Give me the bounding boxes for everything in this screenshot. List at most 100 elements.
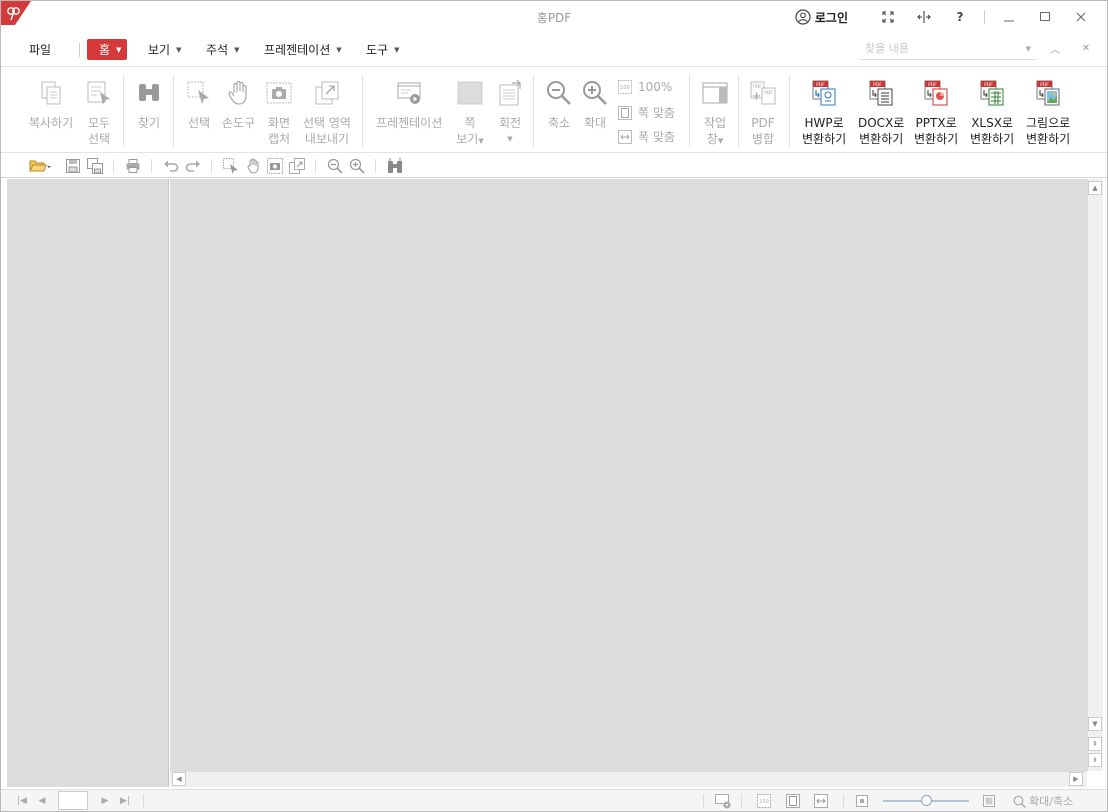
print-icon[interactable] — [125, 158, 141, 174]
scroll-down-button[interactable]: ▼ — [1088, 717, 1102, 731]
camera-icon[interactable] — [267, 158, 283, 174]
document-viewer-area[interactable] — [170, 179, 1087, 771]
next-page-button[interactable]: ⇟ — [1088, 753, 1102, 767]
menu-presentation[interactable]: 프레젠테이션 ▼ — [264, 39, 342, 60]
fit-page-icon[interactable] — [786, 794, 800, 808]
convert-xlsx-button[interactable]: PDF XLSX로 변환하기 — [970, 79, 1014, 147]
actual-size-icon[interactable]: 100 — [757, 794, 771, 808]
zoom-in-button[interactable]: 확대 — [581, 79, 609, 131]
export-area-icon[interactable] — [289, 158, 305, 174]
split-view-button[interactable] — [912, 5, 936, 29]
hand-tool-button[interactable]: 손도구 — [222, 79, 255, 131]
search-prev-button[interactable]: ︿ — [1047, 40, 1063, 56]
status-divider — [703, 794, 704, 808]
menu-view[interactable]: 보기 ▼ — [148, 39, 181, 60]
select-all-button[interactable]: 모두 선택 — [85, 79, 113, 147]
svg-text:100: 100 — [620, 85, 630, 91]
previous-page-button[interactable]: ⇞ — [1088, 737, 1102, 751]
undo-icon[interactable] — [163, 158, 179, 174]
zoom-out-icon[interactable] — [327, 158, 343, 174]
select-tool-button[interactable]: 선택 — [185, 79, 213, 131]
chevron-down-icon[interactable]: ▼ — [1026, 45, 1031, 53]
presentation-icon[interactable] — [715, 793, 731, 809]
export-area-label-2: 내보내기 — [304, 132, 350, 146]
search-input[interactable] — [865, 42, 1005, 55]
chevron-down-icon: ▼ — [336, 45, 342, 54]
menu-tools[interactable]: 도구 ▼ — [366, 39, 399, 60]
zoom-label: 확대/축소 — [1029, 795, 1074, 808]
save-icon[interactable] — [65, 158, 81, 174]
menu-annotate[interactable]: 주석 ▼ — [206, 39, 239, 60]
zoom-slider-handle[interactable] — [921, 795, 932, 806]
select-tool-icon[interactable] — [223, 158, 239, 174]
menu-file[interactable]: 파일 — [29, 39, 51, 60]
close-icon — [1076, 12, 1086, 22]
convert-docx-button[interactable]: PDF DOCX로 변환하기 — [858, 79, 904, 147]
convert-docx-label-2: 변환하기 — [859, 132, 904, 146]
fit-width-button[interactable]: 폭 맞춤 — [618, 128, 675, 145]
zoom-100-button[interactable]: 100 100% — [618, 80, 672, 94]
chevron-left-icon: ◀ — [38, 796, 46, 806]
zoom-button[interactable]: 확대/축소 — [1013, 793, 1073, 809]
fit-width-icon[interactable] — [814, 794, 828, 808]
hand-tool-icon[interactable] — [245, 158, 261, 174]
convert-hwp-button[interactable]: PDF HWP로 변환하기 — [802, 79, 846, 147]
toolbar-divider — [375, 159, 376, 173]
next-page-status-button[interactable]: ▶ — [98, 794, 112, 808]
minimize-icon — [1004, 20, 1014, 22]
zoom-in-icon[interactable] — [349, 158, 365, 174]
convert-pptx-button[interactable]: PDF PPTX로 변환하기 — [914, 79, 958, 147]
minimize-button[interactable] — [997, 5, 1021, 29]
pptx-file-icon: PDF — [924, 80, 948, 106]
pdf-merge-label-2: 병합 — [751, 132, 775, 146]
maximize-icon — [1040, 12, 1050, 21]
zoom-min-icon[interactable] — [856, 795, 868, 807]
find-icon[interactable] — [387, 158, 403, 174]
ribbon-divider — [362, 75, 363, 147]
scroll-left-button[interactable]: ◀ — [172, 772, 186, 786]
export-area-button[interactable]: 선택 영역 내보내기 — [303, 79, 351, 147]
redo-icon[interactable] — [185, 158, 201, 174]
search-combo[interactable]: ▼ — [861, 38, 1035, 60]
find-button[interactable]: 찾기 — [135, 79, 163, 131]
svg-text:PDF: PDF — [1040, 82, 1049, 88]
svg-text:PDF: PDF — [816, 82, 825, 88]
fullscreen-button[interactable] — [876, 5, 900, 29]
maximize-button[interactable] — [1033, 5, 1057, 29]
open-folder-icon[interactable] — [29, 158, 51, 174]
task-pane-button[interactable]: 작업 창▼ — [701, 79, 729, 149]
ribbon-divider — [123, 75, 124, 147]
close-button[interactable] — [1069, 5, 1093, 29]
zoom-out-button[interactable]: 축소 — [545, 79, 573, 131]
vertical-scrollbar[interactable]: ▲ ▼ ⇞ ⇟ — [1087, 179, 1103, 771]
login-button[interactable]: 로그인 — [795, 9, 848, 26]
convert-image-button[interactable]: PDF 그림으로 변환하기 — [1026, 79, 1070, 147]
chevron-down-icon: ▼ — [717, 137, 724, 145]
first-page-button[interactable]: |◀ — [15, 794, 29, 808]
ribbon-divider — [689, 75, 690, 147]
page-view-button[interactable]: 쪽 보기▼ — [456, 79, 484, 149]
horizontal-scrollbar[interactable]: ◀ ▶ — [170, 771, 1087, 787]
scroll-up-button[interactable]: ▲ — [1088, 181, 1102, 195]
zoom-max-icon[interactable] — [983, 795, 995, 807]
rotate-button[interactable]: 회전 ▼ — [496, 79, 524, 147]
copy-button[interactable]: 복사하기 — [29, 79, 73, 131]
search-close-button[interactable]: ✕ — [1078, 40, 1094, 56]
zoom-out-icon — [547, 81, 571, 105]
menu-home[interactable]: 홈 ▼ — [87, 39, 128, 60]
chevron-down-icon: ▼ — [478, 137, 484, 145]
presentation-button[interactable]: 프레젠테이션 — [376, 79, 442, 131]
scroll-right-button[interactable]: ▶ — [1069, 772, 1083, 786]
screen-capture-button[interactable]: 화면 캡처 — [265, 79, 293, 147]
save-as-icon[interactable] — [87, 158, 103, 174]
select-arrow-icon — [187, 81, 209, 104]
pdf-merge-button[interactable]: PDF PDF PDF 병합 — [749, 79, 777, 147]
fit-page-button[interactable]: 쪽 맞춤 — [618, 104, 675, 121]
chevron-up-icon: ▲ — [1092, 184, 1098, 192]
last-page-button[interactable]: ▶| — [118, 794, 132, 808]
page-number-input[interactable] — [58, 791, 88, 810]
navigation-side-panel[interactable] — [7, 179, 169, 787]
prev-page-button[interactable]: ◀ — [35, 794, 49, 808]
select-all-icon — [87, 81, 110, 105]
help-button[interactable]: ? — [948, 5, 972, 29]
